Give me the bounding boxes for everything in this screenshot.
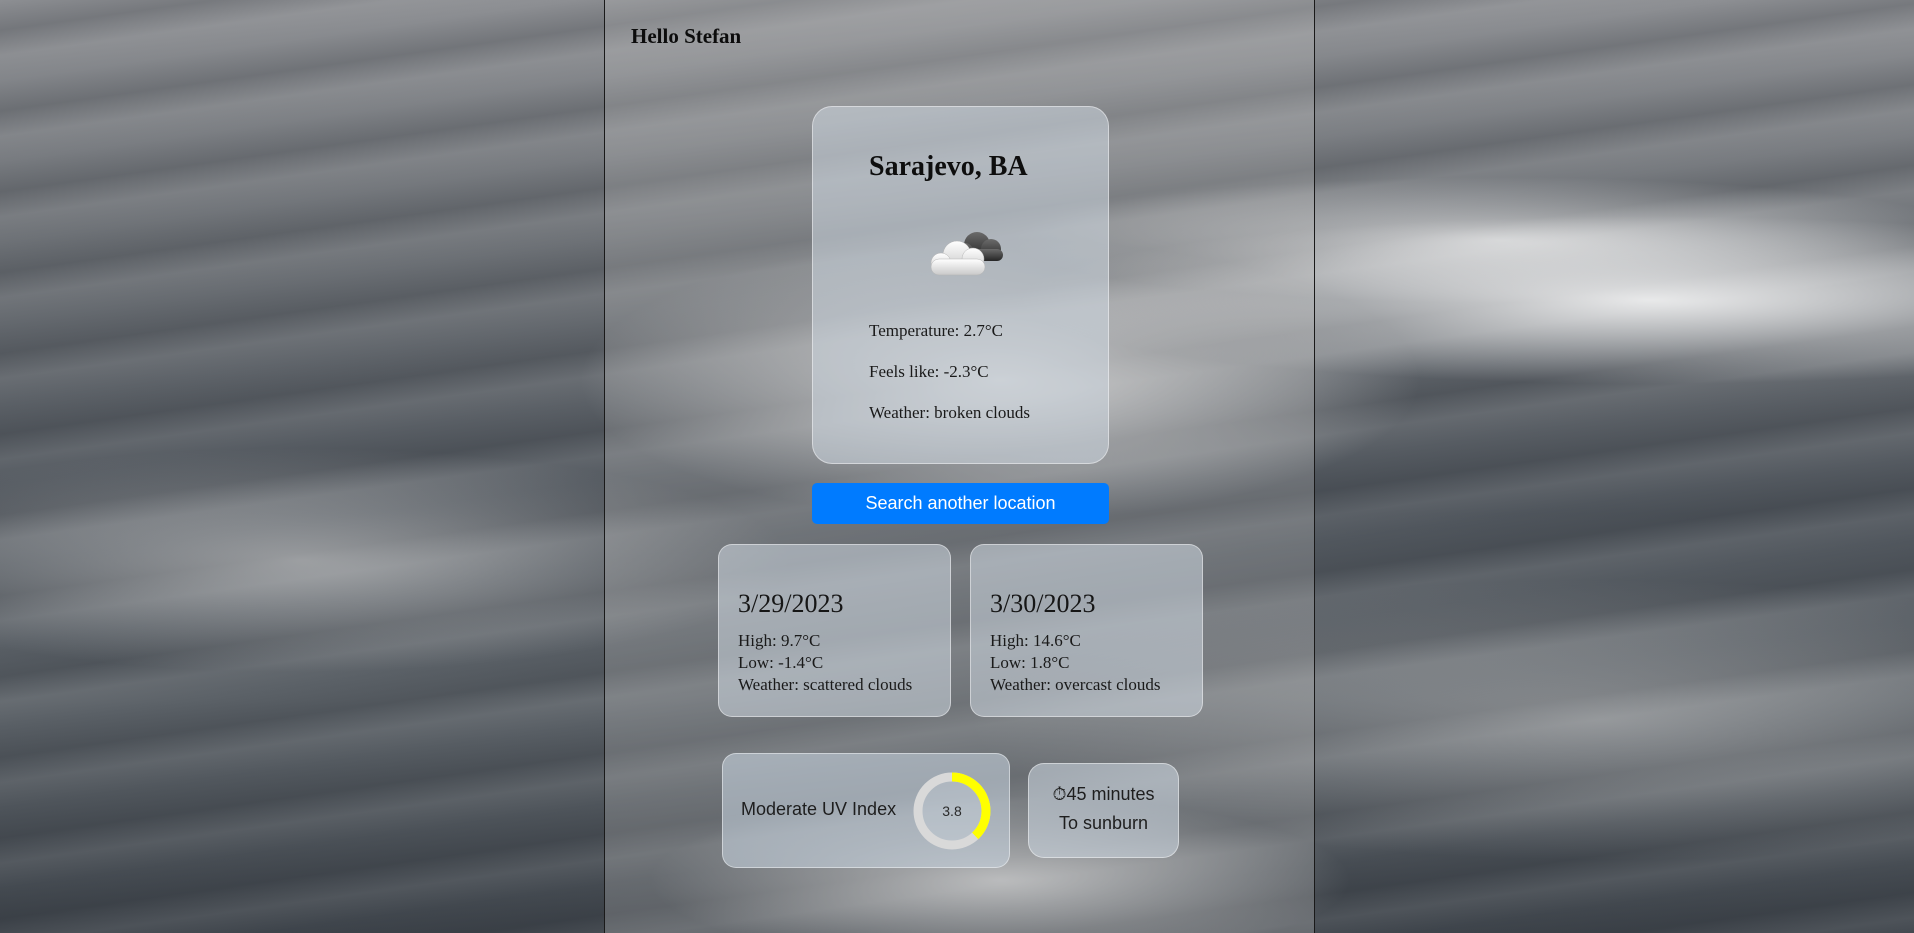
forecast-date: 3/29/2023 (738, 589, 844, 618)
forecast-low: Low: 1.8°C (990, 653, 1070, 672)
feels-like-text: Feels like: -2.3°C (869, 362, 989, 381)
forecast-date: 3/30/2023 (990, 589, 1096, 618)
greeting-text: Hello Stefan (631, 24, 742, 48)
sunburn-time: ⏱45 minutes (1052, 784, 1155, 804)
temperature-text: Temperature: 2.7°C (869, 321, 1004, 340)
search-another-location-button[interactable]: Search another location (812, 483, 1109, 524)
forecast-low: Low: -1.4°C (738, 653, 824, 672)
broken-clouds-icon (930, 232, 1003, 276)
current-weather-card: Sarajevo, BA Temperature: 2.7°C Feels li… (812, 106, 1109, 464)
forecast-weather: Weather: scattered clouds (738, 675, 913, 694)
uv-index-value: 3.8 (942, 803, 962, 819)
uv-index-label: Moderate UV Index (741, 799, 897, 819)
location-title: Sarajevo, BA (869, 151, 1028, 182)
weather-description-text: Weather: broken clouds (869, 403, 1031, 422)
forecast-card: 3/30/2023 High: 14.6°C Low: 1.8°C Weathe… (970, 544, 1203, 717)
sunburn-card: ⏱45 minutes To sunburn (1028, 763, 1179, 858)
main-panel: Hello Stefan Sarajevo, BA Temperature: 2… (604, 0, 1315, 933)
forecast-high: High: 14.6°C (990, 631, 1081, 650)
sunburn-caption: To sunburn (1058, 813, 1149, 833)
forecast-weather: Weather: overcast clouds (990, 675, 1161, 694)
forecast-card: 3/29/2023 High: 9.7°C Low: -1.4°C Weathe… (718, 544, 951, 717)
forecast-high: High: 9.7°C (738, 631, 821, 650)
uv-index-card: Moderate UV Index 3.8 (722, 753, 1010, 868)
